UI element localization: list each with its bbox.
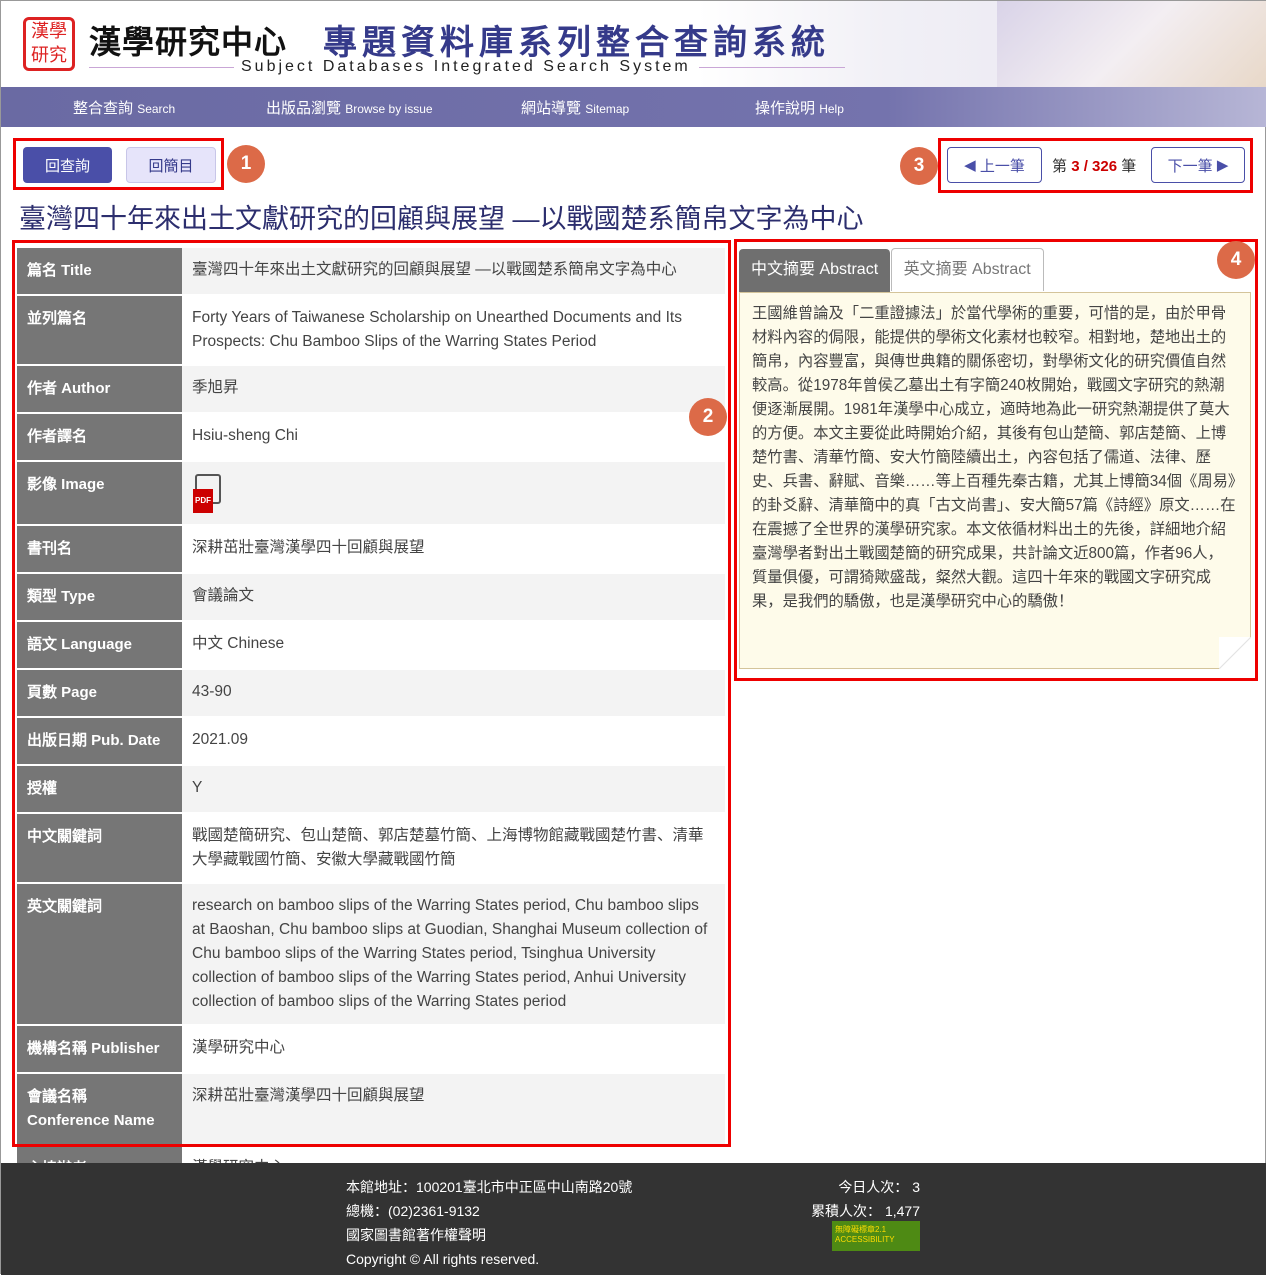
table-row: 類型 Type 會議論文 [17,574,725,622]
pdf-icon[interactable]: PDF [193,474,221,513]
tab-english-abstract[interactable]: 英文摘要 Abstract [890,248,1044,291]
field-label: 出版日期 Pub. Date [17,718,182,764]
nav-search[interactable]: 整合查詢 Search [73,97,175,118]
caret-left-icon: ◀ [964,157,980,174]
nav-browse[interactable]: 出版品瀏覽 Browse by issue [266,97,433,118]
field-value: 深耕茁壯臺灣漢學四十回顧與展望 [182,1074,725,1144]
footer-phone: 總機：(02)2361-9132 [346,1203,480,1219]
field-label: 頁數 Page [17,670,182,716]
table-row: 影像 Image PDF [17,462,725,526]
annotation-badge-2: 2 [689,398,727,436]
system-title-en: Subject Databases Integrated Search Syst… [241,58,691,75]
table-row: 作者 Author 季旭昇 [17,366,725,414]
field-value: Forty Years of Taiwanese Scholarship on … [182,296,725,364]
page-curl-icon [1219,637,1251,669]
field-label: 機構名稱 Publisher [17,1026,182,1072]
field-value: 2021.09 [182,718,725,764]
field-label: 語文 Language [17,622,182,668]
table-row: 作者譯名 Hsiu-sheng Chi [17,414,725,462]
field-value: 漢學研究中心 [182,1026,725,1072]
accessibility-badge[interactable]: 無障礙標章2.1 ACCESSIBILITY [832,1221,920,1251]
field-value: 戰國楚簡研究、包山楚簡、郭店楚墓竹簡、上海博物館藏戰國楚竹書、清華大學藏戰國竹簡… [182,814,725,882]
divider [699,67,845,68]
next-record-button[interactable]: 下一筆 ▶ [1151,147,1245,183]
back-to-list-button[interactable]: 回簡目 [126,147,216,183]
field-label: 作者譯名 [17,414,182,460]
field-value: 臺灣四十年來出土文獻研究的回顧與展望 —以戰國楚系簡帛文字為中心 [182,248,725,294]
field-label: 英文關鍵詞 [17,884,182,1024]
field-value: 深耕茁壯臺灣漢學四十回顧與展望 [182,526,725,572]
annotation-badge-3: 3 [900,147,938,185]
field-label: 類型 Type [17,574,182,620]
abstract-text: 王國維曾論及「二重證據法」於當代學術的重要，可惜的是，由於甲骨材料內容的侷限，能… [752,305,1236,610]
table-row: 篇名 Title 臺灣四十年來出土文獻研究的回顧與展望 —以戰國楚系簡帛文字為中心 [17,248,725,296]
field-label: 會議名稱 Conference Name [17,1074,182,1144]
field-value: PDF [182,462,725,524]
table-row: 頁數 Page 43-90 [17,670,725,718]
system-title: 專題資料庫系列整合查詢系統 [323,23,830,63]
tab-chinese-abstract[interactable]: 中文摘要 Abstract [739,249,891,292]
record-counter: 第 3 / 326 筆 [1052,158,1137,175]
table-row: 機構名稱 Publisher 漢學研究中心 [17,1026,725,1074]
table-row: 出版日期 Pub. Date 2021.09 [17,718,725,766]
footer-copyright: Copyright © All rights reserved. [346,1251,540,1267]
header-decoration [997,1,1266,87]
table-row: 並列篇名 Forty Years of Taiwanese Scholarship… [17,296,725,366]
page-title: 臺灣四十年來出土文獻研究的回顧與展望 —以戰國楚系簡帛文字為中心 [19,204,864,234]
today-visitors: 今日人次： 3 [838,1179,920,1195]
field-label: 中文關鍵詞 [17,814,182,882]
caret-right-icon: ▶ [1212,157,1229,174]
copyright-notice-link[interactable]: 國家圖書館著作權聲明 [346,1223,632,1247]
footer-address: 本館地址：100201臺北市中正區中山南路20號 [346,1179,633,1195]
field-value: Y [182,766,725,812]
nav-help[interactable]: 操作說明 Help [755,97,844,118]
abstract-panel: 中文摘要 Abstract 英文摘要 Abstract 王國維曾論及「二重證據法… [739,248,1251,669]
total-visitors: 累積人次： 1,477 [811,1203,920,1219]
field-value: 43-90 [182,670,725,716]
main-nav: 整合查詢 Search 出版品瀏覽 Browse by issue 網站導覽 S… [1,87,1266,127]
table-row: 會議名稱 Conference Name 深耕茁壯臺灣漢學四十回顧與展望 [17,1074,725,1146]
prev-record-button[interactable]: ◀ 上一筆 [947,147,1042,183]
abstract-text-box: 王國維曾論及「二重證據法」於當代學術的重要，可惜的是，由於甲骨材料內容的侷限，能… [739,292,1251,669]
nav-sitemap[interactable]: 網站導覽 Sitemap [521,97,629,118]
field-value: 中文 Chinese [182,622,725,668]
field-value: Hsiu-sheng Chi [182,414,725,460]
table-row: 授權 Y [17,766,725,814]
divider [89,67,234,68]
field-label: 篇名 Title [17,248,182,294]
field-label: 作者 Author [17,366,182,412]
table-row: 語文 Language 中文 Chinese [17,622,725,670]
field-label: 書刊名 [17,526,182,572]
site-header: 漢學研究 漢學研究中心 專題資料庫系列整合查詢系統 Subject Databa… [1,1,1266,87]
annotation-badge-1: 1 [227,145,265,183]
field-value: 季旭昇 [182,366,725,412]
annotation-badge-4: 4 [1217,241,1255,279]
field-label: 授權 [17,766,182,812]
table-row: 中文關鍵詞 戰國楚簡研究、包山楚簡、郭店楚墓竹簡、上海博物館藏戰國楚竹書、清華大學… [17,814,725,884]
table-row: 書刊名 深耕茁壯臺灣漢學四十回顧與展望 [17,526,725,574]
field-value: 會議論文 [182,574,725,620]
site-footer: 本館地址：100201臺北市中正區中山南路20號 總機：(02)2361-913… [1,1163,1266,1275]
metadata-table: 篇名 Title 臺灣四十年來出土文獻研究的回顧與展望 —以戰國楚系簡帛文字為中心… [17,248,725,1194]
table-row: 英文關鍵詞 research on bamboo slips of the War… [17,884,725,1026]
field-label: 影像 Image [17,462,182,524]
org-name: 漢學研究中心 [89,23,288,61]
field-label: 並列篇名 [17,296,182,364]
field-value: research on bamboo slips of the Warring … [182,884,725,1024]
back-to-search-button[interactable]: 回查詢 [23,147,112,183]
logo-seal[interactable]: 漢學研究 [23,17,75,71]
